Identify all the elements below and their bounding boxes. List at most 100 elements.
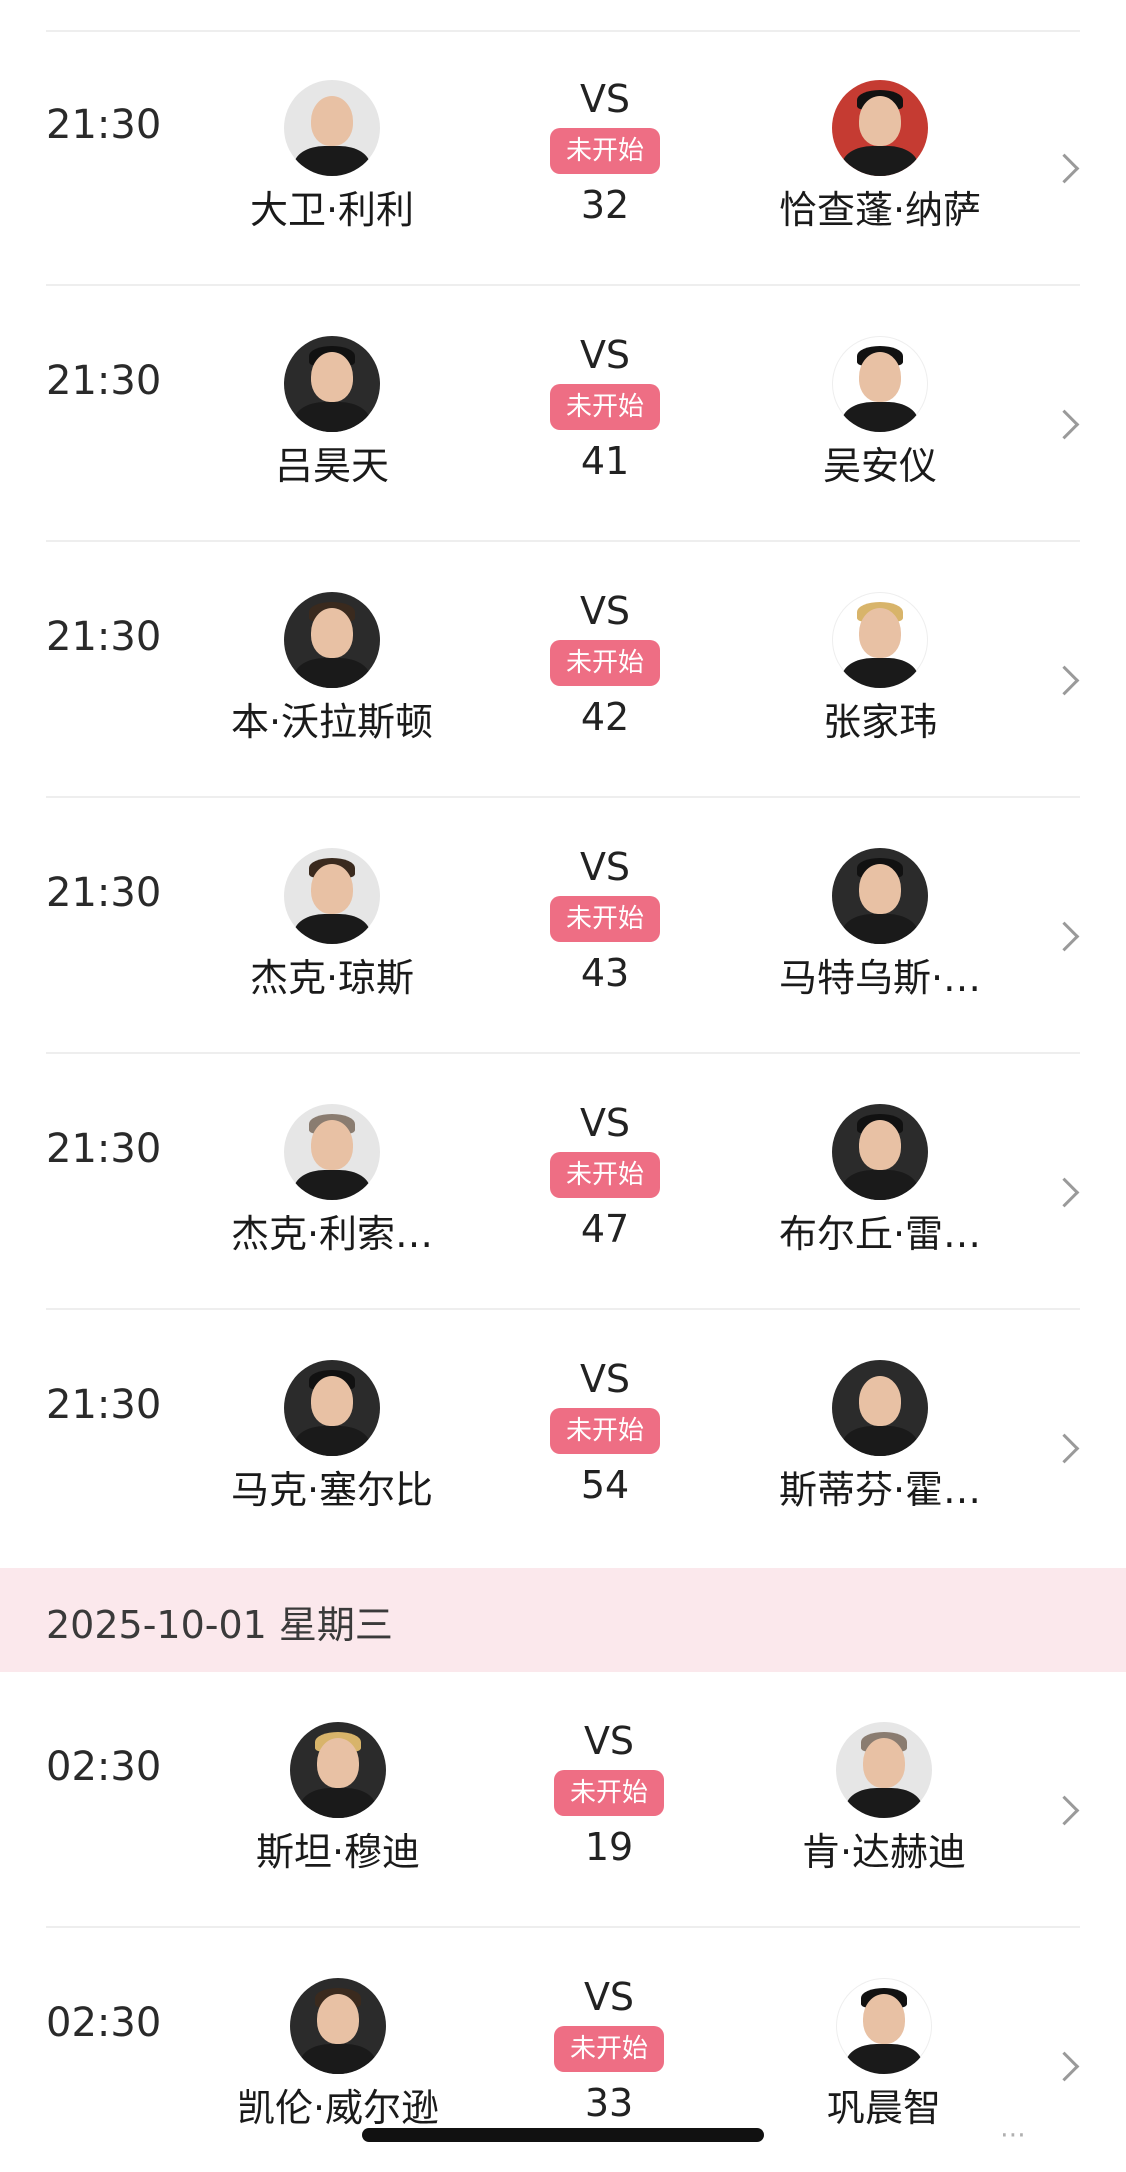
status-badge: 未开始	[553, 1770, 664, 1816]
chevron-right-icon[interactable]	[1049, 153, 1080, 184]
vs-label: VS	[579, 1357, 631, 1401]
chevron-right-icon[interactable]	[1049, 921, 1080, 952]
home-player-name: 吕昊天	[274, 444, 389, 488]
player-avatar	[832, 592, 928, 688]
match-schedule-screen: 21:30 大卫·利利 VS 未开始 32 恰查蓬·纳萨 21:30 吕昊天 V…	[0, 0, 1126, 2172]
home-player-name: 斯坦·穆迪	[255, 1830, 421, 1874]
status-badge: 未开始	[553, 2026, 664, 2072]
home-player[interactable]: 杰克·利索…	[182, 1104, 482, 1260]
match-center: VS 未开始 19	[534, 1716, 684, 1872]
chevron-right-icon[interactable]	[1049, 1795, 1080, 1826]
away-player-name: 斯蒂芬·霍…	[778, 1468, 982, 1512]
match-center: VS 未开始 33	[534, 1972, 684, 2128]
date-label: 2025-10-01 星期三	[46, 1603, 393, 1647]
chevron-right-icon[interactable]	[1049, 1177, 1080, 1208]
match-row[interactable]: 21:30 本·沃拉斯顿 VS 未开始 42 张家玮	[0, 542, 1126, 798]
status-badge: 未开始	[549, 128, 660, 174]
status-badge: 未开始	[549, 1408, 660, 1454]
match-time: 21:30	[46, 1126, 162, 1172]
vs-label: VS	[583, 1719, 635, 1763]
home-indicator[interactable]	[362, 2128, 764, 2142]
player-avatar	[836, 1978, 932, 2074]
away-player[interactable]: 恰查蓬·纳萨	[730, 80, 1030, 236]
away-player[interactable]: 张家玮	[730, 592, 1030, 748]
date-section-header: 2025-10-01 星期三	[0, 1568, 1126, 1672]
home-player[interactable]: 杰克·琼斯	[182, 848, 482, 1004]
match-center: VS 未开始 43	[530, 842, 680, 998]
match-number: 54	[580, 1463, 630, 1507]
match-time: 02:30	[46, 2000, 162, 2046]
match-center: VS 未开始 54	[530, 1354, 680, 1510]
match-number: 32	[580, 183, 630, 227]
home-player[interactable]: 本·沃拉斯顿	[182, 592, 482, 748]
vs-label: VS	[579, 77, 631, 121]
home-player[interactable]: 马克·塞尔比	[182, 1360, 482, 1516]
match-number: 43	[580, 951, 630, 995]
status-badge: 未开始	[549, 384, 660, 430]
chevron-right-icon[interactable]	[1049, 1433, 1080, 1464]
away-player[interactable]: 斯蒂芬·霍…	[730, 1360, 1030, 1516]
vs-label: VS	[579, 333, 631, 377]
match-row[interactable]: 21:30 马克·塞尔比 VS 未开始 54 斯蒂芬·霍…	[0, 1310, 1126, 1568]
player-avatar	[284, 592, 380, 688]
match-number: 42	[580, 695, 630, 739]
status-badge: 未开始	[549, 640, 660, 686]
chevron-right-icon[interactable]	[1049, 665, 1080, 696]
home-player-name: 大卫·利利	[249, 188, 415, 232]
match-row[interactable]: 21:30 大卫·利利 VS 未开始 32 恰查蓬·纳萨	[0, 30, 1126, 286]
match-time: 21:30	[46, 1382, 162, 1428]
match-center: VS 未开始 32	[530, 74, 680, 230]
home-player[interactable]: 凯伦·威尔逊	[188, 1978, 488, 2134]
match-center: VS 未开始 42	[530, 586, 680, 742]
watermark-text: ⋯	[1000, 2120, 1028, 2150]
player-avatar	[832, 848, 928, 944]
home-player[interactable]: 吕昊天	[182, 336, 482, 492]
away-player[interactable]: 巩晨智	[734, 1978, 1034, 2134]
away-player[interactable]: 马特乌斯·…	[730, 848, 1030, 1004]
match-center: VS 未开始 41	[530, 330, 680, 486]
away-player[interactable]: 吴安仪	[730, 336, 1030, 492]
away-player[interactable]: 肯·达赫迪	[734, 1722, 1034, 1878]
chevron-right-icon[interactable]	[1049, 2051, 1080, 2082]
player-avatar	[290, 1722, 386, 1818]
away-player-name: 吴安仪	[822, 444, 937, 488]
player-avatar	[284, 1104, 380, 1200]
away-player-name: 布尔丘·雷…	[778, 1212, 982, 1256]
player-avatar	[832, 1104, 928, 1200]
vs-label: VS	[579, 1101, 631, 1145]
player-avatar	[284, 80, 380, 176]
player-avatar	[836, 1722, 932, 1818]
player-avatar	[832, 80, 928, 176]
match-center: VS 未开始 47	[530, 1098, 680, 1254]
match-time: 21:30	[46, 870, 162, 916]
match-number: 41	[580, 439, 630, 483]
away-player-name: 马特乌斯·…	[778, 956, 982, 1000]
home-player[interactable]: 大卫·利利	[182, 80, 482, 236]
player-avatar	[284, 848, 380, 944]
match-number: 47	[580, 1207, 630, 1251]
match-number: 33	[584, 2081, 634, 2125]
player-avatar	[284, 1360, 380, 1456]
vs-label: VS	[579, 589, 631, 633]
player-avatar	[832, 1360, 928, 1456]
match-row[interactable]: 21:30 吕昊天 VS 未开始 41 吴安仪	[0, 286, 1126, 542]
away-player-name: 恰查蓬·纳萨	[778, 188, 982, 232]
match-time: 02:30	[46, 1744, 162, 1790]
chevron-right-icon[interactable]	[1049, 409, 1080, 440]
home-player-name: 杰克·利索…	[230, 1212, 434, 1256]
match-time: 21:30	[46, 358, 162, 404]
vs-label: VS	[579, 845, 631, 889]
home-player[interactable]: 斯坦·穆迪	[188, 1722, 488, 1878]
status-badge: 未开始	[549, 1152, 660, 1198]
match-row[interactable]: 02:30 斯坦·穆迪 VS 未开始 19 肯·达赫迪	[0, 1672, 1126, 1928]
match-row[interactable]: 21:30 杰克·利索… VS 未开始 47 布尔丘·雷…	[0, 1054, 1126, 1310]
player-avatar	[832, 336, 928, 432]
match-time: 21:30	[46, 614, 162, 660]
away-player-name: 肯·达赫迪	[801, 1830, 967, 1874]
away-player[interactable]: 布尔丘·雷…	[730, 1104, 1030, 1260]
match-time: 21:30	[46, 102, 162, 148]
player-avatar	[290, 1978, 386, 2074]
match-row[interactable]: 21:30 杰克·琼斯 VS 未开始 43 马特乌斯·…	[0, 798, 1126, 1054]
match-number: 19	[584, 1825, 634, 1869]
home-player-name: 杰克·琼斯	[249, 956, 415, 1000]
